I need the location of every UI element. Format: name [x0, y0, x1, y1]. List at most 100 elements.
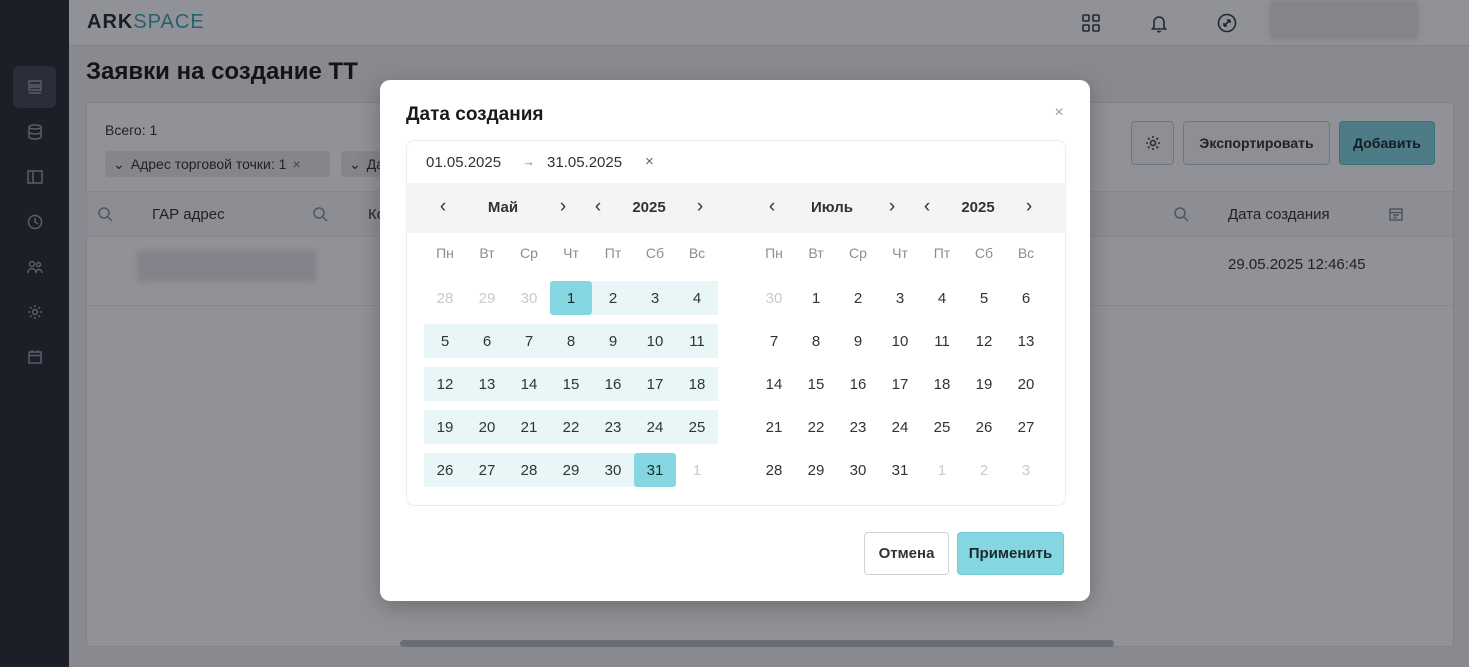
- calendar-day[interactable]: 29: [466, 281, 508, 315]
- range-start-input[interactable]: 01.05.2025: [426, 154, 501, 171]
- weekday-label: Чт: [892, 245, 908, 261]
- calendar-day[interactable]: 28: [753, 453, 795, 487]
- calendar-day[interactable]: 2: [592, 281, 634, 315]
- calendar-day[interactable]: 9: [837, 324, 879, 358]
- calendar-day[interactable]: 2: [963, 453, 1005, 487]
- next-year-button[interactable]: ›: [693, 197, 707, 217]
- calendar-day[interactable]: 20: [466, 410, 508, 444]
- calendar-day[interactable]: 12: [424, 367, 466, 401]
- calendar-day[interactable]: 18: [676, 367, 718, 401]
- calendar-day[interactable]: 13: [1005, 324, 1047, 358]
- calendar-day[interactable]: 17: [879, 367, 921, 401]
- range-end-input[interactable]: 31.05.2025: [547, 154, 622, 171]
- right-year-label[interactable]: 2025: [961, 199, 994, 216]
- calendar-day[interactable]: 6: [1005, 281, 1047, 315]
- calendar-day[interactable]: 2: [837, 281, 879, 315]
- range-input[interactable]: 01.05.2025 → 31.05.2025 ×: [407, 141, 1065, 183]
- calendar-day[interactable]: 3: [879, 281, 921, 315]
- weekday-label: Чт: [563, 245, 579, 261]
- calendar-day[interactable]: 20: [1005, 367, 1047, 401]
- calendar-day[interactable]: 15: [550, 367, 592, 401]
- calendar-day[interactable]: 8: [550, 324, 592, 358]
- clear-icon[interactable]: ×: [645, 153, 654, 170]
- cancel-button[interactable]: Отмена: [864, 532, 949, 575]
- calendar-day[interactable]: 22: [550, 410, 592, 444]
- weekday-label: Пт: [933, 245, 951, 261]
- weekday-label: Ср: [520, 245, 538, 261]
- calendar-day[interactable]: 29: [795, 453, 837, 487]
- calendar-day-selected[interactable]: 31: [634, 453, 676, 487]
- calendar-day[interactable]: 31: [879, 453, 921, 487]
- left-year-label[interactable]: 2025: [632, 199, 665, 216]
- calendar-day[interactable]: 5: [963, 281, 1005, 315]
- calendar-day[interactable]: 23: [837, 410, 879, 444]
- calendar-day[interactable]: 15: [795, 367, 837, 401]
- weekday-label: Вт: [808, 245, 824, 261]
- weekday-label: Пт: [604, 245, 622, 261]
- calendar-day[interactable]: 6: [466, 324, 508, 358]
- calendar-day[interactable]: 1: [676, 453, 718, 487]
- calendar-day[interactable]: 10: [879, 324, 921, 358]
- next-month-button[interactable]: ›: [556, 197, 570, 217]
- calendar-day[interactable]: 9: [592, 324, 634, 358]
- calendar-day[interactable]: 18: [921, 367, 963, 401]
- calendar-day[interactable]: 7: [508, 324, 550, 358]
- calendar-day[interactable]: 30: [508, 281, 550, 315]
- left-month-label[interactable]: Май: [488, 199, 518, 216]
- calendar-day[interactable]: 21: [508, 410, 550, 444]
- calendar-day[interactable]: 30: [753, 281, 795, 315]
- calendar-day[interactable]: 27: [466, 453, 508, 487]
- calendar-day[interactable]: 12: [963, 324, 1005, 358]
- calendar-day[interactable]: 28: [424, 281, 466, 315]
- calendar-day[interactable]: 26: [424, 453, 466, 487]
- calendar-day[interactable]: 16: [592, 367, 634, 401]
- calendar-day[interactable]: 25: [676, 410, 718, 444]
- next-month-button[interactable]: ›: [885, 197, 899, 217]
- calendar-day[interactable]: 19: [424, 410, 466, 444]
- calendar-day[interactable]: 4: [676, 281, 718, 315]
- calendar-day[interactable]: 21: [753, 410, 795, 444]
- calendar-day[interactable]: 4: [921, 281, 963, 315]
- prev-month-button[interactable]: ‹: [765, 197, 779, 217]
- calendar-day[interactable]: 26: [963, 410, 1005, 444]
- calendar-day[interactable]: 3: [634, 281, 676, 315]
- calendar-day[interactable]: 25: [921, 410, 963, 444]
- calendar-day[interactable]: 8: [795, 324, 837, 358]
- calendar-day[interactable]: 27: [1005, 410, 1047, 444]
- calendar-day[interactable]: 17: [634, 367, 676, 401]
- calendar-day[interactable]: 23: [592, 410, 634, 444]
- calendar-day[interactable]: 14: [753, 367, 795, 401]
- calendar-day[interactable]: 3: [1005, 453, 1047, 487]
- calendar-day[interactable]: 1: [921, 453, 963, 487]
- calendar-day-selected[interactable]: 1: [550, 281, 592, 315]
- calendar-day[interactable]: 11: [676, 324, 718, 358]
- next-year-button[interactable]: ›: [1022, 197, 1036, 217]
- calendar-day[interactable]: 13: [466, 367, 508, 401]
- calendar-day[interactable]: 29: [550, 453, 592, 487]
- arrow-right-icon: →: [522, 154, 535, 169]
- date-range-modal: Дата создания × 01.05.2025 → 31.05.2025 …: [380, 80, 1090, 601]
- calendar-day[interactable]: 30: [592, 453, 634, 487]
- calendar-day[interactable]: 28: [508, 453, 550, 487]
- prev-month-button[interactable]: ‹: [436, 197, 450, 217]
- calendar-day[interactable]: 24: [634, 410, 676, 444]
- close-icon[interactable]: ×: [1052, 105, 1066, 121]
- weekday-label: Ср: [849, 245, 867, 261]
- weekday-label: Вт: [479, 245, 495, 261]
- calendar-day[interactable]: 5: [424, 324, 466, 358]
- calendar-day[interactable]: 24: [879, 410, 921, 444]
- calendar-day[interactable]: 30: [837, 453, 879, 487]
- calendar-day[interactable]: 7: [753, 324, 795, 358]
- right-month-label[interactable]: Июль: [811, 199, 853, 216]
- apply-button[interactable]: Применить: [957, 532, 1064, 575]
- calendar-day[interactable]: 11: [921, 324, 963, 358]
- calendar-day[interactable]: 14: [508, 367, 550, 401]
- prev-year-button[interactable]: ‹: [591, 197, 605, 217]
- calendar-day[interactable]: 10: [634, 324, 676, 358]
- prev-year-button[interactable]: ‹: [920, 197, 934, 217]
- calendar-day[interactable]: 22: [795, 410, 837, 444]
- calendar-day[interactable]: 1: [795, 281, 837, 315]
- weekday-label: Вс: [688, 245, 706, 261]
- calendar-day[interactable]: 16: [837, 367, 879, 401]
- calendar-day[interactable]: 19: [963, 367, 1005, 401]
